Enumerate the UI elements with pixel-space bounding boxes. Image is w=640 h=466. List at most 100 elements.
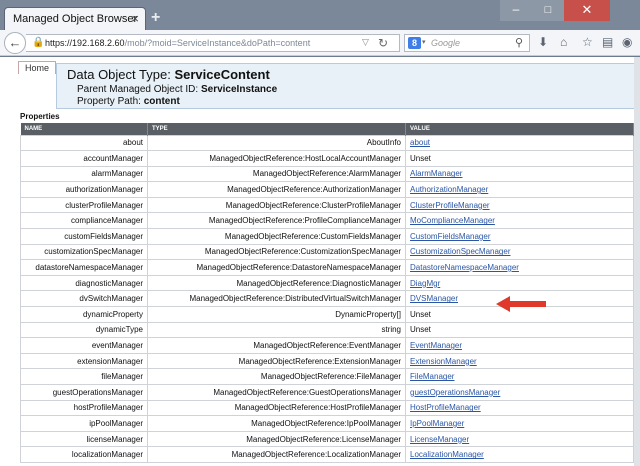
back-arrow-icon[interactable]: ← bbox=[4, 32, 26, 54]
addon-icon[interactable]: ◉ bbox=[622, 35, 632, 49]
close-window-button[interactable]: ✕ bbox=[564, 0, 610, 21]
parent-object-line: Parent Managed Object ID: ServiceInstanc… bbox=[77, 84, 278, 95]
property-value-link[interactable]: AlarmManager bbox=[410, 169, 462, 178]
vertical-scrollbar[interactable] bbox=[634, 57, 640, 466]
property-name: hostProfileManager bbox=[20, 399, 148, 417]
property-value-cell: DiagMgr bbox=[405, 274, 634, 292]
properties-heading: Properties bbox=[20, 112, 60, 121]
table-row: authorizationManager ManagedObjectReferen… bbox=[20, 181, 634, 198]
property-type: ManagedObjectReference:CustomizationSpec… bbox=[147, 243, 406, 261]
property-value-cell: guestOperationsManager bbox=[405, 384, 634, 401]
object-header: Data Object Type: ServiceContent Parent … bbox=[56, 63, 634, 109]
property-value-cell: ClusterProfileManager bbox=[405, 196, 634, 214]
search-engine-dropdown-icon[interactable]: ▾ bbox=[422, 38, 426, 46]
property-name: customFieldsManager bbox=[20, 228, 148, 245]
property-value-link[interactable]: DatastoreNamespaceManager bbox=[410, 263, 519, 272]
property-value-link[interactable]: IpPoolManager bbox=[410, 419, 464, 428]
minimize-window-button[interactable]: – bbox=[500, 0, 532, 21]
search-icon[interactable]: ⚲ bbox=[515, 36, 523, 49]
property-value-link[interactable]: guestOperationsManager bbox=[410, 388, 500, 397]
property-name: accountManager bbox=[20, 150, 148, 167]
property-name: dynamicProperty bbox=[20, 306, 148, 323]
maximize-window-button[interactable]: □ bbox=[532, 0, 564, 21]
reload-icon[interactable]: ↻ bbox=[378, 36, 388, 50]
new-tab-button[interactable]: + bbox=[151, 9, 160, 27]
property-name: datastoreNamespaceManager bbox=[20, 259, 148, 276]
property-name: localizationManager bbox=[20, 446, 148, 463]
table-row: clusterProfileManager ManagedObjectRefere… bbox=[20, 196, 634, 214]
property-value-cell: HostProfileManager bbox=[405, 399, 634, 417]
property-value-link[interactable]: MoComplianceManager bbox=[410, 216, 495, 225]
table-row: fileManager ManagedObjectReference:FileMa… bbox=[20, 368, 634, 385]
property-value-cell: ExtensionManager bbox=[405, 352, 634, 370]
tab-title: Managed Object Browser bbox=[13, 13, 138, 25]
property-path-line: Property Path: content bbox=[77, 96, 180, 107]
tab-managed-object-browser[interactable]: Managed Object Browser × bbox=[4, 7, 146, 31]
property-value-link[interactable]: FileManager bbox=[410, 372, 454, 381]
property-name: licenseManager bbox=[20, 430, 148, 448]
property-value-cell: DatastoreNamespaceManager bbox=[405, 259, 634, 276]
property-type: ManagedObjectReference:HostLocalAccountM… bbox=[147, 150, 406, 167]
property-type: ManagedObjectReference:AlarmManager bbox=[147, 165, 406, 183]
property-value-link[interactable]: EventManager bbox=[410, 341, 462, 350]
property-name: customizationSpecManager bbox=[20, 243, 148, 261]
search-input[interactable]: 8 ▾ Google ⚲ bbox=[404, 34, 530, 52]
property-value-cell: about bbox=[405, 134, 634, 152]
annotation-arrow-icon bbox=[496, 296, 546, 312]
property-value-link[interactable]: LicenseManager bbox=[410, 435, 469, 444]
column-header-value: VALUE bbox=[405, 123, 634, 135]
property-type: ManagedObjectReference:LicenseManager bbox=[147, 430, 406, 448]
property-type: ManagedObjectReference:DistributedVirtua… bbox=[147, 290, 406, 308]
property-type: ManagedObjectReference:HostProfileManage… bbox=[147, 399, 406, 417]
google-icon[interactable]: 8 bbox=[408, 37, 421, 49]
property-name: authorizationManager bbox=[20, 181, 148, 198]
url-bar[interactable]: 🔒 https://192.168.2.60/mob/?moid=Service… bbox=[26, 34, 400, 52]
property-value-link[interactable]: HostProfileManager bbox=[410, 403, 481, 412]
property-value-cell: LicenseManager bbox=[405, 430, 634, 448]
property-type: ManagedObjectReference:LocalizationManag… bbox=[147, 446, 406, 463]
close-tab-icon[interactable]: × bbox=[131, 11, 139, 26]
table-row: alarmManager ManagedObjectReference:Alarm… bbox=[20, 165, 634, 183]
property-name: complianceManager bbox=[20, 212, 148, 230]
property-name: clusterProfileManager bbox=[20, 196, 148, 214]
property-value-link[interactable]: ClusterProfileManager bbox=[410, 201, 490, 210]
dropdown-arrow-icon[interactable]: ▽ bbox=[362, 37, 369, 48]
property-value-link[interactable]: LocalizationManager bbox=[410, 450, 484, 459]
table-row: customizationSpecManager ManagedObjectRef… bbox=[20, 243, 634, 261]
page-title: Data Object Type: ServiceContent bbox=[67, 67, 270, 82]
property-type: ManagedObjectReference:EventManager bbox=[147, 337, 406, 354]
property-name: eventManager bbox=[20, 337, 148, 354]
property-type: ManagedObjectReference:ClusterProfileMan… bbox=[147, 196, 406, 214]
table-row: datastoreNamespaceManager ManagedObjectRe… bbox=[20, 259, 634, 276]
table-row: guestOperationsManager ManagedObjectRefer… bbox=[20, 384, 634, 401]
property-value-cell: IpPoolManager bbox=[405, 415, 634, 432]
property-value-cell: CustomFieldsManager bbox=[405, 228, 634, 245]
property-value-cell: AlarmManager bbox=[405, 165, 634, 183]
properties-table: NAME TYPE VALUE about AboutInfo about accou… bbox=[20, 123, 634, 463]
property-value-cell: LocalizationManager bbox=[405, 446, 634, 463]
bookmark-star-icon[interactable]: ☆ bbox=[582, 35, 593, 49]
property-value-link[interactable]: CustomFieldsManager bbox=[410, 232, 490, 241]
property-value-cell: FileManager bbox=[405, 368, 634, 385]
property-name: diagnosticManager bbox=[20, 274, 148, 292]
home-link[interactable]: Home bbox=[18, 61, 56, 74]
tab-strip: Managed Object Browser × + – □ ✕ bbox=[0, 0, 640, 31]
property-value-cell: CustomizationSpecManager bbox=[405, 243, 634, 261]
table-row: eventManager ManagedObjectReference:Event… bbox=[20, 337, 634, 354]
property-value-link[interactable]: DiagMgr bbox=[410, 279, 440, 288]
property-value-link[interactable]: CustomizationSpecManager bbox=[410, 247, 511, 256]
property-value-link[interactable]: ExtensionManager bbox=[410, 357, 477, 366]
download-icon[interactable]: ⬇ bbox=[538, 35, 548, 49]
clipboard-icon[interactable]: ▤ bbox=[602, 35, 613, 49]
property-name: about bbox=[20, 134, 148, 152]
property-type: ManagedObjectReference:CustomFieldsManag… bbox=[147, 228, 406, 245]
property-name: dynamicType bbox=[20, 321, 148, 339]
page-content: Home Data Object Type: ServiceContent Pa… bbox=[0, 57, 634, 466]
property-name: guestOperationsManager bbox=[20, 384, 148, 401]
property-value-link[interactable]: AuthorizationManager bbox=[410, 185, 488, 194]
property-name: ipPoolManager bbox=[20, 415, 148, 432]
home-icon[interactable]: ⌂ bbox=[560, 35, 567, 49]
property-value-link[interactable]: about bbox=[410, 138, 430, 147]
property-value-link[interactable]: DVSManager bbox=[410, 294, 458, 303]
table-row: dynamicType string Unset bbox=[20, 321, 634, 339]
